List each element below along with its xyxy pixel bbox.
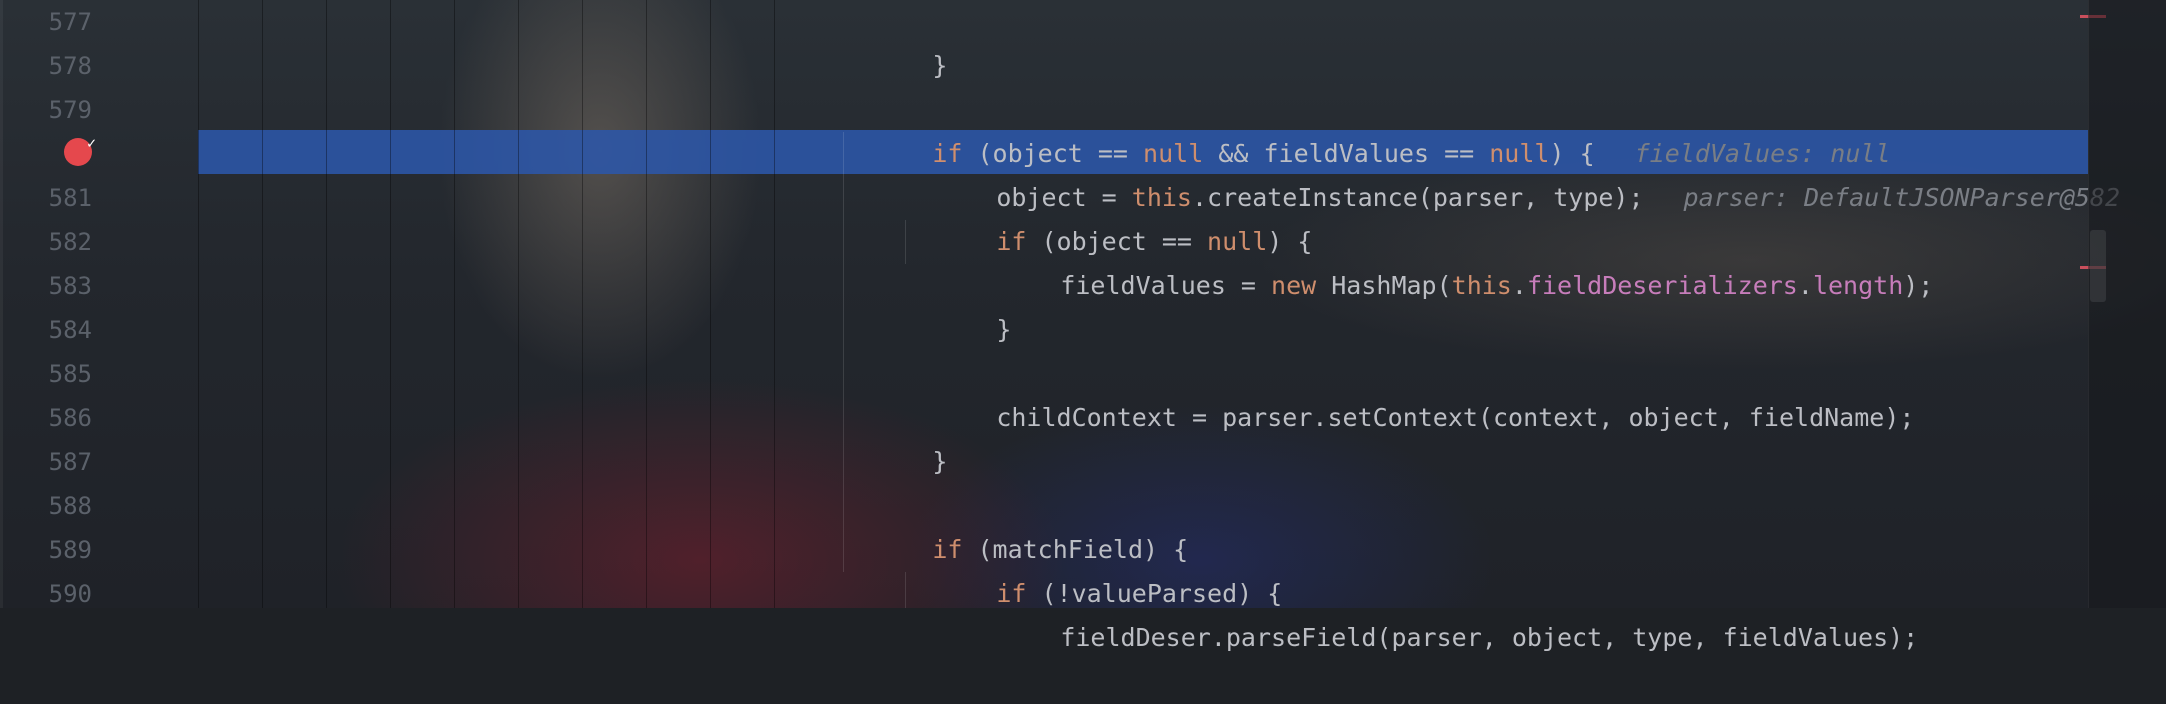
- line-number-gutter[interactable]: 577 578 579 ✓ 581 582 583 584 585 586 58…: [0, 0, 198, 608]
- line-number[interactable]: 584: [0, 308, 92, 352]
- right-side-panel: [2088, 0, 2166, 608]
- column-guide: [326, 0, 327, 608]
- code-line[interactable]: fieldValues = new HashMap(this.fieldDese…: [970, 220, 1933, 300]
- code-line[interactable]: }: [842, 0, 947, 80]
- line-number[interactable]: 589: [0, 528, 92, 572]
- code-line[interactable]: childContext = parser.setContext(context…: [906, 352, 1914, 432]
- line-number[interactable]: 578: [0, 44, 92, 88]
- code-line[interactable]: }: [842, 396, 947, 476]
- column-guide: [774, 0, 775, 608]
- column-guide: [582, 0, 583, 608]
- line-number[interactable]: 590: [0, 572, 92, 616]
- breakpoint-icon[interactable]: ✓: [64, 134, 96, 166]
- line-number[interactable]: 577: [0, 0, 92, 44]
- line-number[interactable]: 583: [0, 264, 92, 308]
- column-guide: [710, 0, 711, 608]
- line-number[interactable]: 581: [0, 176, 92, 220]
- column-guide: [198, 0, 199, 608]
- column-guide: [454, 0, 455, 608]
- column-guide: [262, 0, 263, 608]
- line-number[interactable]: 587: [0, 440, 92, 484]
- code-line[interactable]: if (matchField) {: [842, 484, 1188, 564]
- code-line[interactable]: if (!valueParsed) {: [906, 528, 1282, 608]
- column-guide: [390, 0, 391, 608]
- line-number[interactable]: 586: [0, 396, 92, 440]
- inline-debug-value: parser: DefaultJSONParser@582: [1683, 183, 2121, 212]
- line-number[interactable]: 579: [0, 88, 92, 132]
- code-line[interactable]: if (object == null && fieldValues == nul…: [842, 88, 1890, 168]
- column-guide: [646, 0, 647, 608]
- code-line[interactable]: if (object == null) {: [906, 176, 1312, 256]
- code-line[interactable]: }: [906, 264, 1011, 344]
- code-editor[interactable]: 577 578 579 ✓ 581 582 583 584 585 586 58…: [0, 0, 2166, 652]
- code-line[interactable]: fieldDeser.parseField(parser, object, ty…: [970, 572, 1918, 652]
- line-number[interactable]: 582: [0, 220, 92, 264]
- line-number[interactable]: 588: [0, 484, 92, 528]
- line-number[interactable]: 585: [0, 352, 92, 396]
- breakpoint-check-icon: ✓: [86, 134, 96, 152]
- column-guide: [518, 0, 519, 608]
- code-line-current[interactable]: object = this.createInstance(parser, typ…: [906, 132, 2120, 212]
